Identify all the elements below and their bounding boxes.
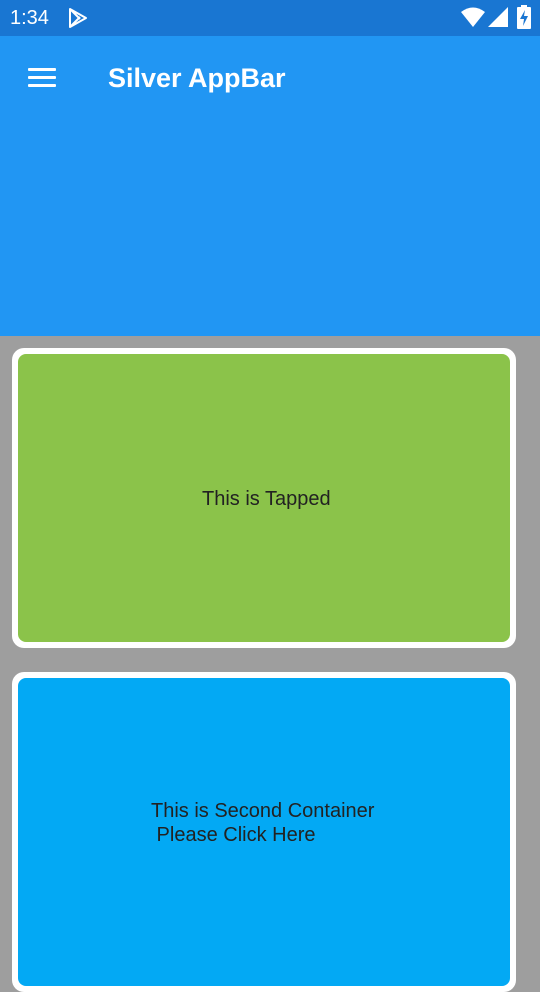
tapped-container[interactable]: This is Tapped	[18, 354, 510, 642]
menu-icon[interactable]	[24, 60, 60, 96]
play-store-icon	[69, 8, 87, 28]
app-bar: Silver AppBar	[0, 36, 540, 336]
tapped-container-text: This is Tapped	[202, 488, 331, 510]
wifi-icon	[461, 7, 485, 27]
status-time: 1:34	[10, 7, 49, 29]
second-container-card[interactable]: This is Second Container Please Click He…	[12, 672, 516, 992]
cell-signal-icon	[488, 7, 508, 27]
second-container[interactable]: This is Second Container Please Click He…	[18, 678, 510, 986]
status-bar: 1:34	[0, 0, 540, 36]
tapped-container-card[interactable]: This is Tapped	[12, 348, 516, 648]
battery-charging-icon	[517, 5, 531, 29]
app-bar-title: Silver AppBar	[108, 63, 286, 93]
second-container-text: This is Second Container Please Click He…	[151, 800, 375, 846]
